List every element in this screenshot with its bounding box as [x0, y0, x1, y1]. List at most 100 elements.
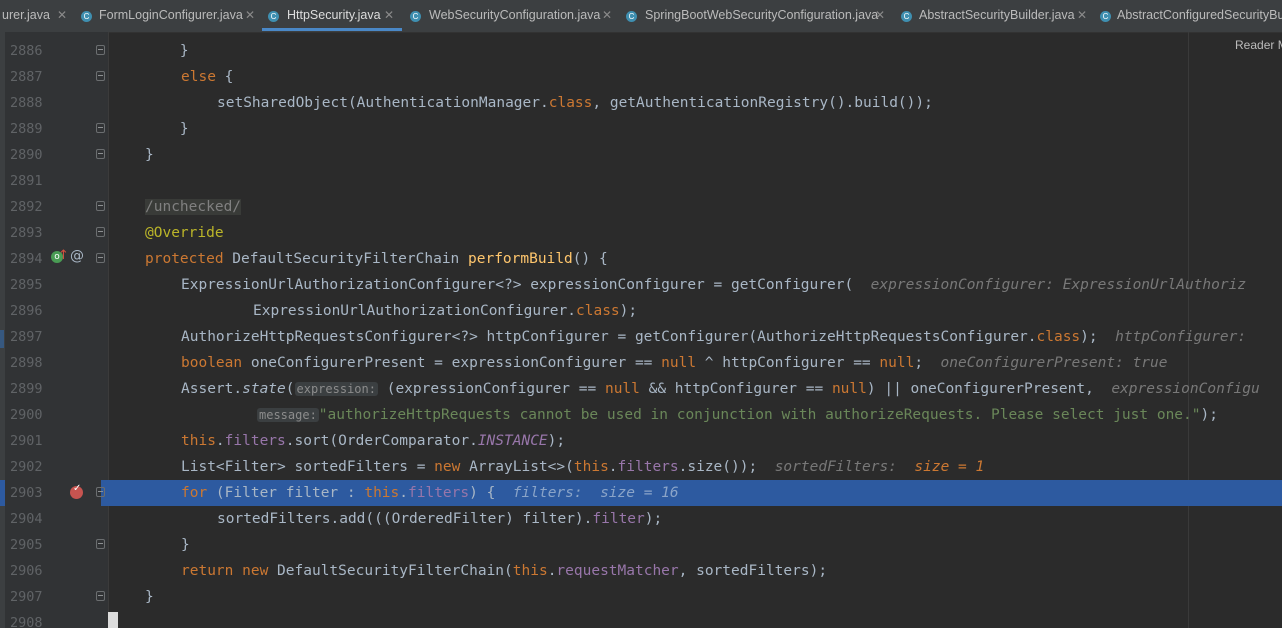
line-number: 2889	[10, 121, 43, 137]
inline-debug-value: size = 1	[914, 459, 985, 475]
inline-debug-hint: sortedFilters:	[774, 459, 897, 475]
code-text: for (Filter filter : this.filters) { fil…	[181, 485, 679, 501]
code-text: List<Filter> sortedFilters = new ArrayLi…	[181, 459, 985, 475]
close-icon[interactable]: ✕	[57, 0, 67, 31]
tab-urer[interactable]: urer.java ✕	[0, 0, 75, 31]
code-line: 2900 message: "authorizeHttpRequests cann…	[0, 402, 1282, 428]
tab-label: AbstractConfiguredSecurityBui	[1117, 8, 1282, 22]
line-number: 2902	[10, 459, 43, 475]
code-line: 2895 ExpressionUrlAuthorizationConfigure…	[0, 272, 1282, 298]
line-number: 2901	[10, 433, 43, 449]
code-line: 2889 }	[0, 116, 1282, 142]
annotation-icon[interactable]: @	[70, 248, 84, 264]
text-caret	[108, 612, 118, 628]
line-number: 2898	[10, 355, 43, 371]
code-text: /unchecked/	[145, 199, 242, 215]
code-text: else {	[181, 69, 234, 85]
tab-label: AbstractSecurityBuilder.java	[919, 8, 1075, 22]
tab-label: SpringBootWebSecurityConfiguration.java	[645, 8, 879, 22]
class-c-icon: C	[626, 11, 637, 22]
code-line: 2887 else {	[0, 64, 1282, 90]
param-hint: expression:	[294, 382, 378, 396]
code-text: @Override	[145, 225, 224, 241]
line-number: 2893	[10, 225, 43, 241]
code-line: 2902 List<Filter> sortedFilters = new Ar…	[0, 454, 1282, 480]
class-c-icon: C	[901, 11, 912, 22]
code-text: ExpressionUrlAuthorizationConfigurer.cla…	[253, 303, 638, 319]
code-text: Assert.state(expression: (expressionConf…	[181, 381, 1260, 397]
code-text: message: "authorizeHttpRequests cannot be…	[257, 407, 1218, 423]
code-line: 2907 }	[0, 584, 1282, 610]
tab-websecurityconfiguration[interactable]: C WebSecurityConfiguration.java ✕	[404, 0, 616, 31]
close-icon[interactable]: ✕	[384, 0, 394, 31]
execution-point-line: 2903 for (Filter filter : this.filters) …	[0, 480, 1282, 506]
code-line: 2905 }	[0, 532, 1282, 558]
line-number: 2905	[10, 537, 43, 553]
code-text: protected DefaultSecurityFilterChain per…	[145, 251, 608, 267]
fold-icon[interactable]	[96, 123, 105, 133]
code-line: 2906 return new DefaultSecurityFilterCha…	[0, 558, 1282, 584]
tab-label: HttpSecurity.java	[287, 8, 381, 22]
inline-debug-hint: expressionConfigu	[1111, 381, 1260, 397]
fold-icon[interactable]	[96, 487, 105, 497]
tab-label: FormLoginConfigurer.java	[99, 8, 243, 22]
code-text: }	[181, 537, 190, 553]
close-icon[interactable]: ✕	[602, 0, 612, 31]
tab-httpsecurity[interactable]: C HttpSecurity.java ✕	[262, 0, 402, 31]
code-line: 2896 ExpressionUrlAuthorizationConfigure…	[0, 298, 1282, 324]
fold-icon[interactable]	[96, 45, 105, 55]
code-text: }	[145, 589, 154, 605]
class-c-icon: C	[268, 11, 279, 22]
code-line: 2899 Assert.state(expression: (expressio…	[0, 376, 1282, 402]
close-icon[interactable]: ✕	[875, 0, 885, 31]
line-number: 2891	[10, 173, 43, 189]
code-editor[interactable]: 2886 } 2887 else { 2888 setSharedObject(…	[0, 32, 1282, 628]
code-text: setSharedObject(AuthenticationManager.cl…	[217, 95, 933, 111]
line-number: 2903	[10, 485, 43, 501]
breakpoint-icon[interactable]	[70, 483, 83, 499]
inline-debug-hint: oneConfigurerPresent: true	[940, 355, 1168, 371]
tab-abstractconfiguredsecuritybuilder[interactable]: C AbstractConfiguredSecurityBui	[1094, 0, 1282, 31]
code-line: 2904 sortedFilters.add(((OrderedFilter) …	[0, 506, 1282, 532]
code-line: 2893 @Override	[0, 220, 1282, 246]
fold-icon[interactable]	[96, 539, 105, 549]
fold-icon[interactable]	[96, 149, 105, 159]
tab-springbootwebsecurityconfiguration[interactable]: C SpringBootWebSecurityConfiguration.jav…	[620, 0, 892, 31]
code-text: boolean oneConfigurerPresent = expressio…	[181, 355, 1168, 371]
fold-icon[interactable]	[96, 201, 105, 211]
line-number: 2899	[10, 381, 43, 397]
line-number: 2892	[10, 199, 43, 215]
close-icon[interactable]: ✕	[1077, 0, 1087, 31]
line-number: 2895	[10, 277, 43, 293]
code-text: }	[145, 121, 189, 137]
code-line: 2888 setSharedObject(AuthenticationManag…	[0, 90, 1282, 116]
fold-icon[interactable]	[96, 71, 105, 81]
line-number: 2907	[10, 589, 43, 605]
close-icon[interactable]: ✕	[245, 0, 255, 31]
reader-mode-button[interactable]: Reader M	[1235, 38, 1282, 52]
line-number: 2890	[10, 147, 43, 163]
code-text: AuthorizeHttpRequestsConfigurer<?> httpC…	[181, 329, 1247, 345]
code-text: }	[145, 147, 154, 163]
code-line: 2897 AuthorizeHttpRequestsConfigurer<?> …	[0, 324, 1282, 350]
line-number: 2904	[10, 511, 43, 527]
fold-icon[interactable]	[96, 591, 105, 601]
code-line: 2891	[0, 168, 1282, 194]
tab-formloginconfigurer[interactable]: C FormLoginConfigurer.java ✕	[76, 0, 264, 31]
code-line: 2908	[0, 610, 1282, 628]
code-text: sortedFilters.add(((OrderedFilter) filte…	[217, 511, 663, 527]
fold-icon[interactable]	[96, 227, 105, 237]
code-line: 2886 }	[0, 38, 1282, 64]
fold-icon[interactable]	[96, 253, 105, 263]
tab-abstractsecuritybuilder[interactable]: C AbstractSecurityBuilder.java ✕	[895, 0, 1093, 31]
line-number: 2906	[10, 563, 43, 579]
line-number: 2896	[10, 303, 43, 319]
code-line: 2894 o ↑ @ protected DefaultSecurityFilt…	[0, 246, 1282, 272]
up-arrow-icon[interactable]: ↑	[58, 248, 69, 263]
line-number: 2900	[10, 407, 43, 423]
editor-tab-bar: urer.java ✕ C FormLoginConfigurer.java ✕…	[0, 0, 1282, 33]
line-number: 2894	[10, 251, 43, 267]
inline-debug-hint: httpConfigurer:	[1115, 329, 1247, 345]
line-number: 2888	[10, 95, 43, 111]
code-line: 2892 /unchecked/	[0, 194, 1282, 220]
